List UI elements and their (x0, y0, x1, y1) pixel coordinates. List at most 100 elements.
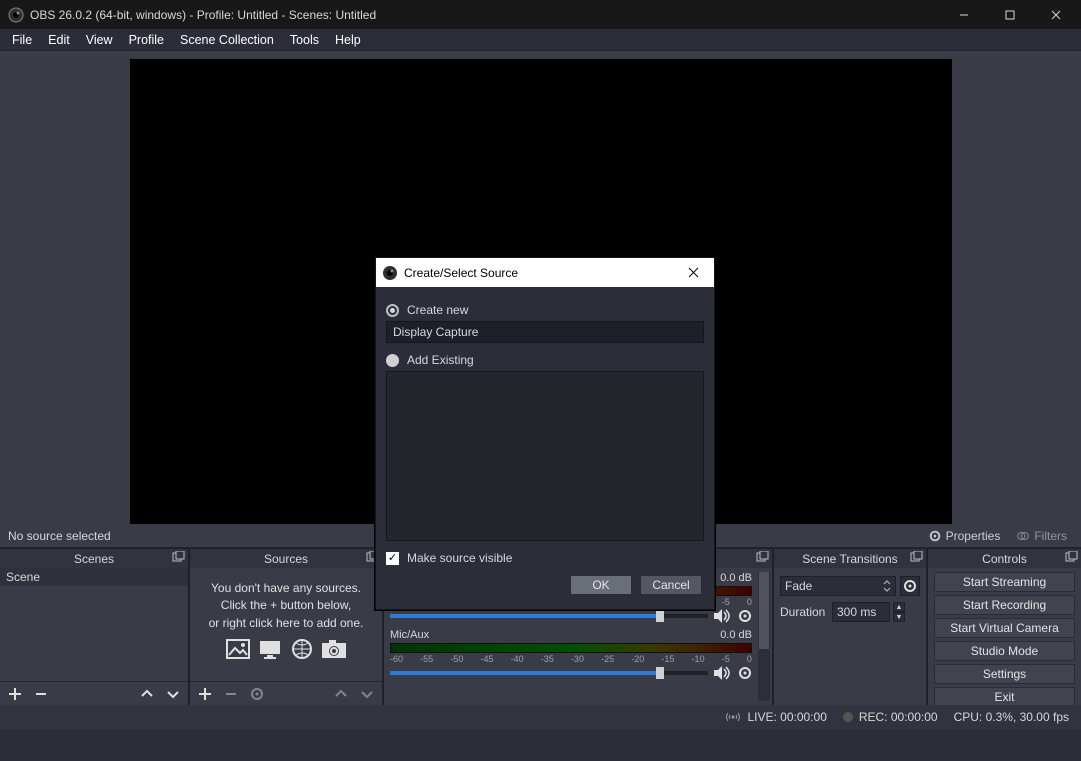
track-level: 0.0 dB (720, 572, 752, 584)
volume-slider[interactable] (390, 614, 708, 618)
sources-empty-line3: or right click here to add one. (200, 615, 372, 632)
popout-icon[interactable] (1064, 551, 1078, 565)
make-visible-checkbox[interactable]: ✓ Make source visible (386, 551, 704, 565)
existing-sources-list[interactable] (386, 371, 704, 541)
sources-header: Sources (190, 549, 382, 568)
menu-tools[interactable]: Tools (282, 31, 327, 49)
transitions-title: Scene Transitions (802, 552, 897, 566)
scenes-toolbar (0, 681, 188, 705)
start-recording-button[interactable]: Start Recording (934, 595, 1075, 615)
mixer-scrollbar[interactable] (758, 572, 770, 701)
filters-button[interactable]: Filters (1010, 527, 1073, 545)
menu-edit[interactable]: Edit (40, 31, 78, 49)
chevron-down-icon[interactable]: ▼ (893, 612, 905, 622)
duration-input[interactable]: 300 ms (832, 602, 890, 622)
dialog-close-button[interactable] (678, 258, 708, 287)
cancel-button[interactable]: Cancel (640, 575, 702, 595)
maximize-button[interactable] (987, 0, 1033, 29)
source-name-value: Display Capture (393, 325, 478, 339)
start-virtual-camera-button[interactable]: Start Virtual Camera (934, 618, 1075, 638)
add-source-button[interactable] (196, 685, 214, 703)
popout-icon[interactable] (755, 551, 769, 565)
checkbox-icon: ✓ (386, 552, 399, 565)
status-live: LIVE: 00:00:00 (725, 710, 826, 724)
transition-select[interactable]: Fade (780, 576, 896, 596)
create-new-radio[interactable]: Create new (386, 303, 704, 317)
menu-scene-collection[interactable]: Scene Collection (172, 31, 282, 49)
broadcast-icon (725, 711, 741, 723)
statusbar: LIVE: 00:00:00 REC: 00:00:00 CPU: 0.3%, … (0, 705, 1081, 729)
move-scene-up-button[interactable] (138, 685, 156, 703)
ok-button[interactable]: OK (570, 575, 632, 595)
duration-label: Duration (780, 605, 828, 619)
controls-title: Controls (982, 552, 1027, 566)
properties-button[interactable]: Properties (922, 527, 1007, 545)
popout-icon[interactable] (909, 551, 923, 565)
transition-settings-button[interactable] (900, 576, 920, 596)
source-name-input[interactable]: Display Capture (386, 321, 704, 343)
scene-list[interactable]: Scene (0, 568, 188, 586)
meter-ticks: -60-55-50-45-40-35-30-25-20-15-10-50 (390, 654, 752, 664)
radio-icon (386, 304, 399, 317)
source-properties-button[interactable] (248, 685, 266, 703)
sources-hint-icons (200, 638, 372, 660)
track-name: Mic/Aux (390, 629, 429, 641)
make-visible-label: Make source visible (407, 551, 512, 565)
volume-slider[interactable] (390, 671, 708, 675)
mute-button[interactable] (714, 609, 732, 623)
sources-toolbar (190, 681, 382, 705)
image-icon (225, 638, 251, 660)
move-source-up-button[interactable] (332, 685, 350, 703)
menu-help[interactable]: Help (327, 31, 369, 49)
scenes-dock: Scenes Scene (0, 549, 188, 705)
create-new-label: Create new (407, 303, 468, 317)
duration-spinner[interactable]: ▲ ▼ (893, 602, 905, 622)
sources-dock: Sources You don't have any sources. Clic… (190, 549, 382, 705)
popout-icon[interactable] (171, 551, 185, 565)
cpu-label: CPU: 0.3%, 30.00 fps (954, 710, 1069, 724)
move-scene-down-button[interactable] (164, 685, 182, 703)
menubar: File Edit View Profile Scene Collection … (0, 29, 1081, 51)
filter-icon (1016, 529, 1030, 543)
volume-meter (390, 643, 752, 653)
scenes-title: Scenes (74, 552, 114, 566)
add-scene-button[interactable] (6, 685, 24, 703)
chevron-updown-icon (883, 580, 891, 592)
sources-empty-line2: Click the + button below, (200, 597, 372, 614)
close-button[interactable] (1033, 0, 1079, 29)
exit-button[interactable]: Exit (934, 687, 1075, 705)
remove-source-button[interactable] (222, 685, 240, 703)
sources-empty-line1: You don't have any sources. (200, 580, 372, 597)
source-selection-label: No source selected (8, 529, 111, 543)
studio-mode-button[interactable]: Studio Mode (934, 641, 1075, 661)
start-streaming-button[interactable]: Start Streaming (934, 572, 1075, 592)
menu-file[interactable]: File (4, 31, 40, 49)
controls-dock: Controls Start Streaming Start Recording… (928, 549, 1081, 705)
menu-view[interactable]: View (78, 31, 121, 49)
obs-logo-icon (382, 265, 398, 281)
filters-label: Filters (1034, 529, 1067, 543)
minimize-button[interactable] (941, 0, 987, 29)
remove-scene-button[interactable] (32, 685, 50, 703)
status-rec: REC: 00:00:00 (843, 710, 938, 724)
monitor-icon (257, 638, 283, 660)
sources-empty-state[interactable]: You don't have any sources. Click the + … (190, 568, 382, 664)
menu-profile[interactable]: Profile (121, 31, 172, 49)
track-settings-button[interactable] (738, 666, 752, 680)
mute-button[interactable] (714, 666, 732, 680)
mixer-track: Mic/Aux 0.0 dB -60-55-50-45-40-35-30-25-… (390, 629, 752, 680)
obs-logo-icon (8, 7, 24, 23)
track-settings-button[interactable] (738, 609, 752, 623)
transitions-dock: Scene Transitions Fade Duration 300 ms (774, 549, 926, 705)
settings-button[interactable]: Settings (934, 664, 1075, 684)
titlebar: OBS 26.0.2 (64-bit, windows) - Profile: … (0, 0, 1081, 29)
add-existing-label: Add Existing (407, 353, 474, 367)
record-dot-icon (843, 712, 853, 722)
window-title: OBS 26.0.2 (64-bit, windows) - Profile: … (30, 8, 376, 22)
chevron-up-icon[interactable]: ▲ (893, 602, 905, 612)
move-source-down-button[interactable] (358, 685, 376, 703)
scene-item[interactable]: Scene (0, 568, 188, 586)
add-existing-radio[interactable]: Add Existing (386, 353, 704, 367)
radio-icon (386, 354, 399, 367)
status-cpu: CPU: 0.3%, 30.00 fps (954, 710, 1069, 724)
